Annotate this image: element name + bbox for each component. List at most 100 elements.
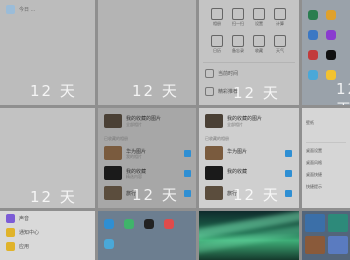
tile-icon — [232, 35, 244, 47]
tile-icon — [274, 35, 286, 47]
divider — [306, 142, 346, 143]
collage-cell-1[interactable]: 今日 ... 12 天 — [0, 0, 95, 105]
checkbox[interactable] — [285, 150, 292, 157]
settings-label: 壁纸 — [306, 120, 314, 125]
checkbox[interactable] — [285, 170, 292, 177]
star-icon — [205, 86, 214, 96]
app-icon[interactable] — [326, 70, 336, 80]
app-icon[interactable] — [308, 50, 318, 60]
settings-label: 桌面快捷 — [306, 172, 322, 177]
album-thumbnail — [205, 146, 223, 160]
days-label: 12 天 — [233, 84, 280, 102]
quick-tile[interactable]: 收藏 — [251, 35, 267, 54]
wallpaper-preview[interactable] — [199, 211, 299, 260]
quick-tile[interactable]: 设置 — [251, 8, 267, 27]
album-title: 我的收藏 — [227, 169, 248, 175]
album-title: 我的收藏的图片 — [126, 116, 162, 122]
album-title: 华为图片 — [227, 149, 248, 155]
album-thumbnail — [205, 186, 223, 200]
app-icon[interactable] — [124, 219, 134, 229]
control-center-panel[interactable]: 相册 扫一扫 设置 计算 日历 备忘录 收藏 天气 当前时间 精彩推荐 12 天 — [199, 0, 299, 105]
album-subtitle: 精选内容 — [126, 174, 142, 179]
tile-icon — [253, 8, 265, 20]
section-header: 已收藏的相册 — [104, 136, 128, 141]
tile-icon — [211, 35, 223, 47]
days-label: 12 天 — [233, 186, 280, 204]
collage-cell-2[interactable]: 12 天 — [98, 0, 196, 105]
tile-label: 相册 — [213, 21, 221, 26]
settings-label: 桌面风格 — [306, 160, 322, 165]
settings-list[interactable]: 声音 通知中心 应用 — [0, 211, 95, 260]
section-header: 已收藏的相册 — [205, 136, 229, 141]
quick-tile[interactable]: 计算 — [272, 8, 288, 27]
app-icon[interactable] — [104, 219, 114, 229]
app-icon[interactable] — [104, 239, 114, 249]
quick-tile[interactable]: 扫一扫 — [230, 8, 246, 27]
home-screen-partial[interactable]: 12 天 — [302, 0, 350, 105]
app-icon[interactable] — [326, 30, 336, 40]
gallery-list-panel[interactable]: 我的收藏的图片 全部相片 已收藏的相册 华为图片 我的收藏 旅行 12 天 — [199, 108, 299, 208]
album-thumbnail — [104, 114, 122, 128]
checkbox[interactable] — [184, 150, 191, 157]
app-icon[interactable] — [308, 10, 318, 20]
settings-label: 快捷提示 — [306, 184, 322, 189]
quick-tile[interactable]: 日历 — [209, 35, 225, 54]
cc-row[interactable]: 当前时间 — [199, 66, 299, 80]
wallpaper-thumb[interactable] — [305, 214, 325, 232]
tile-icon — [253, 35, 265, 47]
row-label: 声音 — [19, 215, 30, 222]
status-note: 今日 ... — [0, 2, 95, 16]
settings-partial[interactable]: 壁纸 桌面设置 桌面风格 桌面快捷 快捷提示 — [302, 108, 350, 208]
album-thumbnail — [205, 114, 223, 128]
clock-icon — [205, 68, 214, 78]
quick-tile[interactable]: 备忘录 — [230, 35, 246, 54]
album-subtitle: 全部相片 — [126, 122, 142, 127]
checkbox[interactable] — [285, 190, 292, 197]
settings-label: 桌面设置 — [306, 148, 322, 153]
settings-row[interactable]: 通知中心 — [0, 225, 95, 239]
wallpaper-thumb[interactable] — [328, 236, 348, 254]
days-label: 12 天 — [30, 82, 77, 100]
quick-tile[interactable]: 相册 — [209, 8, 225, 27]
apps-icon — [6, 241, 15, 251]
tile-label: 收藏 — [255, 48, 263, 53]
collage-cell-5[interactable]: 12 天 — [0, 108, 95, 208]
checkbox[interactable] — [184, 170, 191, 177]
album-thumbnail — [104, 186, 122, 200]
tile-label: 设置 — [255, 21, 263, 26]
gallery-list-panel[interactable]: 我的收藏的图片 全部相片 已收藏的相册 华为图片 我的相片 我的收藏 精选内容 … — [98, 108, 196, 208]
quick-tile[interactable]: 天气 — [272, 35, 288, 54]
row-label: 通知中心 — [19, 229, 40, 236]
tile-label: 天气 — [276, 48, 284, 53]
tile-icon — [274, 8, 286, 20]
tile-label: 计算 — [276, 21, 284, 26]
settings-row[interactable]: 应用 — [0, 239, 95, 253]
app-icon[interactable] — [308, 70, 318, 80]
tile-icon — [232, 8, 244, 20]
album-title: 我的收藏的图片 — [227, 116, 263, 122]
days-label: 12 天 — [132, 186, 179, 204]
divider — [203, 62, 295, 63]
app-icon[interactable] — [144, 219, 154, 229]
app-icon[interactable] — [308, 30, 318, 40]
app-icon — [6, 4, 15, 14]
album-thumbnail — [205, 166, 223, 180]
home-screen-partial[interactable] — [98, 211, 196, 260]
app-icon[interactable] — [326, 50, 336, 60]
app-icon[interactable] — [164, 219, 174, 229]
tile-icon — [211, 8, 223, 20]
app-icon[interactable] — [326, 10, 336, 20]
days-label: 12 天 — [30, 188, 77, 206]
tile-label: 日历 — [213, 48, 221, 53]
settings-row[interactable]: 声音 — [0, 211, 95, 225]
tile-label: 备忘录 — [232, 48, 244, 53]
note-text: 今日 ... — [19, 6, 36, 13]
album-thumbnail — [104, 166, 122, 180]
wallpaper-thumb[interactable] — [328, 214, 348, 232]
notification-icon — [6, 227, 15, 237]
wallpaper-thumbnails[interactable] — [302, 211, 350, 260]
checkbox[interactable] — [184, 190, 191, 197]
album-subtitle: 我的相片 — [126, 154, 142, 159]
wallpaper-thumb[interactable] — [305, 236, 325, 254]
row-label: 应用 — [19, 243, 30, 250]
